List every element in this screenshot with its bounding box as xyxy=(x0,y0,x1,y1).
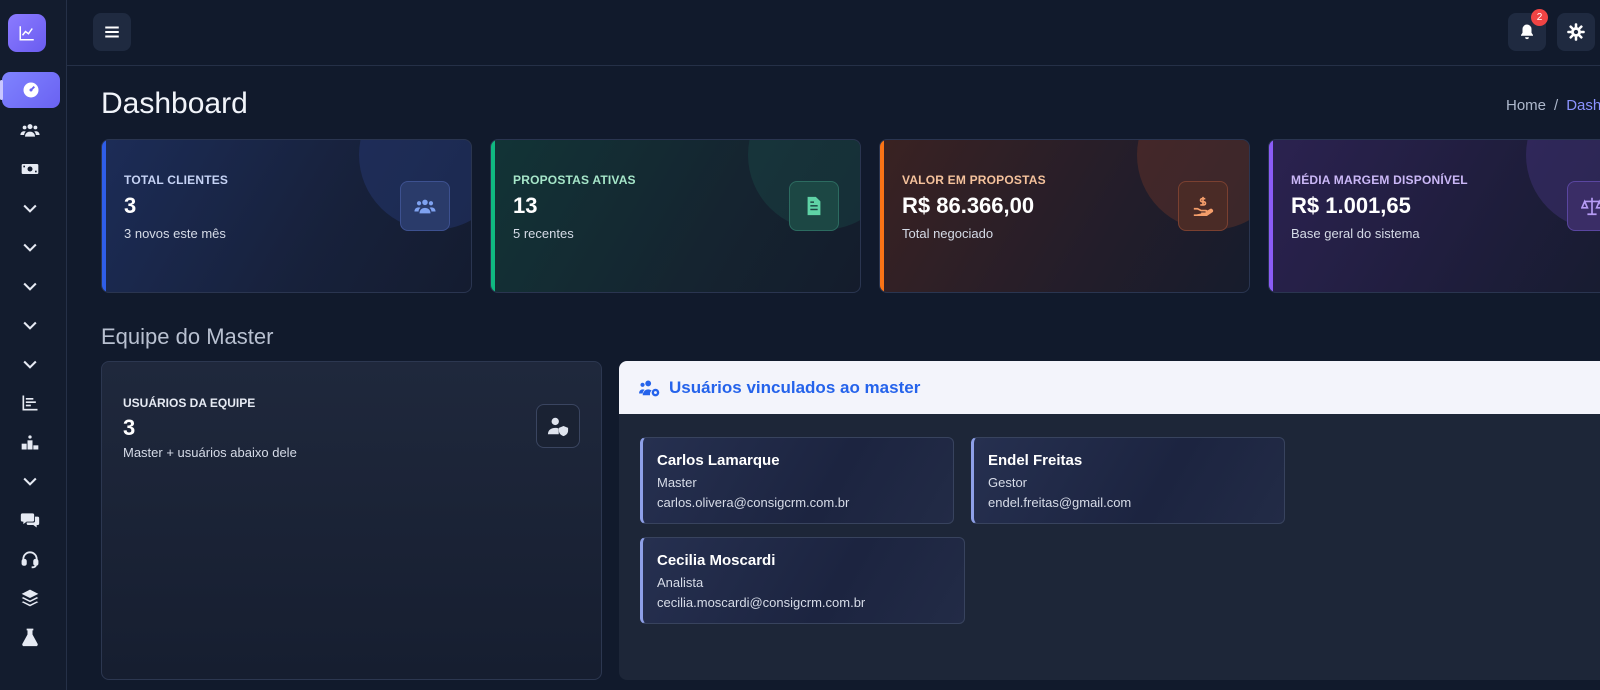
users-icon xyxy=(414,199,436,214)
users-icon xyxy=(20,124,40,137)
sidebar-toggle-5[interactable] xyxy=(0,346,60,382)
comments-icon xyxy=(20,513,40,528)
linked-users-panel: Usuários vinculados ao master Carlos Lam… xyxy=(619,361,1600,680)
sidebar-item-chat[interactable] xyxy=(0,502,60,538)
user-card[interactable]: Carlos Lamarque Master carlos.olivera@co… xyxy=(640,437,954,524)
chevron-down-icon xyxy=(23,243,37,252)
bar-chart-icon xyxy=(22,395,38,411)
stat-subtext: 5 recentes xyxy=(513,226,574,241)
accent-bar xyxy=(1269,140,1273,292)
stat-subtext: Total negociado xyxy=(902,226,994,241)
gauge-icon xyxy=(23,82,39,98)
user-email: carlos.olivera@consigcrm.com.br xyxy=(657,495,850,510)
breadcrumb: Home / Dashboard xyxy=(1506,97,1600,114)
topbar: 2 xyxy=(67,0,1600,66)
stat-icon-box xyxy=(789,181,839,231)
stat-label: PROPOSTAS ATIVAS xyxy=(513,173,636,187)
money-icon xyxy=(21,164,39,174)
user-shield-icon xyxy=(547,417,569,437)
chevron-down-icon xyxy=(23,282,37,291)
stat-icon-box xyxy=(1178,181,1228,231)
stat-subtext: 3 novos este mês xyxy=(124,226,226,241)
panel-header: Usuários vinculados ao master xyxy=(619,361,1600,414)
flask-icon xyxy=(22,628,38,647)
chevron-down-icon xyxy=(23,204,37,213)
section-title: Equipe do Master xyxy=(101,324,274,349)
user-card[interactable]: Cecilia Moscardi Analista cecilia.moscar… xyxy=(640,537,965,624)
headset-icon xyxy=(21,551,39,569)
user-email: endel.freitas@gmail.com xyxy=(988,495,1132,510)
user-role: Gestor xyxy=(988,475,1028,490)
accent-bar xyxy=(880,140,884,292)
notifications-button[interactable]: 2 xyxy=(1508,9,1548,51)
balance-scale-icon xyxy=(1581,197,1600,216)
stat-value: R$ 1.001,65 xyxy=(1291,193,1411,218)
chevron-down-icon xyxy=(23,477,37,486)
sidebar xyxy=(0,0,67,690)
notification-badge: 2 xyxy=(1531,9,1548,26)
sidebar-item-clients[interactable] xyxy=(0,112,60,148)
team-value: 3 xyxy=(123,415,136,440)
stat-icon-box xyxy=(400,181,450,231)
sidebar-toggle-2[interactable] xyxy=(0,229,60,265)
stat-subtext: Base geral do sistema xyxy=(1291,226,1420,241)
chevron-down-icon xyxy=(23,360,37,369)
menu-toggle-button[interactable] xyxy=(93,13,131,51)
users-cog-icon xyxy=(639,380,660,396)
bell-icon xyxy=(1521,24,1533,40)
team-label: USUÁRIOS DA EQUIPE xyxy=(123,396,256,410)
sidebar-item-dashboard[interactable] xyxy=(0,72,60,108)
stat-card-avg-margin: MÉDIA MARGEM DISPONÍVEL R$ 1.001,65 Base… xyxy=(1268,139,1600,293)
user-role: Master xyxy=(657,475,697,490)
sidebar-item-layers[interactable] xyxy=(0,580,60,616)
gear-icon xyxy=(1567,23,1585,41)
podium-icon xyxy=(21,435,39,450)
user-name: Carlos Lamarque xyxy=(657,452,780,469)
stat-value: 13 xyxy=(513,193,538,218)
team-icon-box xyxy=(536,404,580,448)
stat-label: MÉDIA MARGEM DISPONÍVEL xyxy=(1291,173,1468,187)
page-title: Dashboard xyxy=(101,87,248,120)
team-subtext: Master + usuários abaixo dele xyxy=(123,445,297,460)
layers-icon xyxy=(21,589,39,607)
stat-label: TOTAL CLIENTES xyxy=(124,173,229,187)
chevron-down-icon xyxy=(23,321,37,330)
sidebar-item-finance[interactable] xyxy=(0,151,60,187)
breadcrumb-home[interactable]: Home xyxy=(1506,97,1546,114)
user-name: Endel Freitas xyxy=(988,452,1083,469)
chart-line-icon xyxy=(19,26,34,41)
breadcrumb-separator: / xyxy=(1554,97,1559,114)
hamburger-icon xyxy=(105,26,119,38)
sidebar-toggle-4[interactable] xyxy=(0,307,60,343)
breadcrumb-current: Dashboard xyxy=(1566,97,1600,114)
accent-bar xyxy=(102,140,106,292)
user-name: Cecilia Moscardi xyxy=(657,552,776,569)
sidebar-item-reports[interactable] xyxy=(0,385,60,421)
settings-button[interactable] xyxy=(1557,13,1595,51)
sidebar-item-lab[interactable] xyxy=(0,619,60,655)
user-card[interactable]: Endel Freitas Gestor endel.freitas@gmail… xyxy=(971,437,1285,524)
user-role: Analista xyxy=(657,575,704,590)
sidebar-item-support[interactable] xyxy=(0,541,60,577)
panel-title: Usuários vinculados ao master xyxy=(669,377,921,397)
sidebar-toggle-3[interactable] xyxy=(0,268,60,304)
sidebar-toggle-6[interactable] xyxy=(0,463,60,499)
stat-label: VALOR EM PROPOSTAS xyxy=(902,173,1046,187)
hand-dollar-icon xyxy=(1193,196,1214,216)
stat-icon-box xyxy=(1567,181,1600,231)
file-invoice-icon xyxy=(807,196,821,216)
stat-value: 3 xyxy=(124,193,137,218)
sidebar-item-ranking[interactable] xyxy=(0,424,60,460)
user-email: cecilia.moscardi@consigcrm.com.br xyxy=(657,595,866,610)
stat-value: R$ 86.366,00 xyxy=(902,193,1035,218)
stat-card-active-proposals: PROPOSTAS ATIVAS 13 5 recentes xyxy=(490,139,861,293)
accent-bar xyxy=(491,140,495,292)
sidebar-toggle-1[interactable] xyxy=(0,190,60,226)
team-users-card: USUÁRIOS DA EQUIPE 3 Master + usuários a… xyxy=(101,361,602,680)
stat-card-proposals-value: VALOR EM PROPOSTAS R$ 86.366,00 Total ne… xyxy=(879,139,1250,293)
logo[interactable] xyxy=(8,14,46,52)
stat-card-total-clients: TOTAL CLIENTES 3 3 novos este mês xyxy=(101,139,472,293)
